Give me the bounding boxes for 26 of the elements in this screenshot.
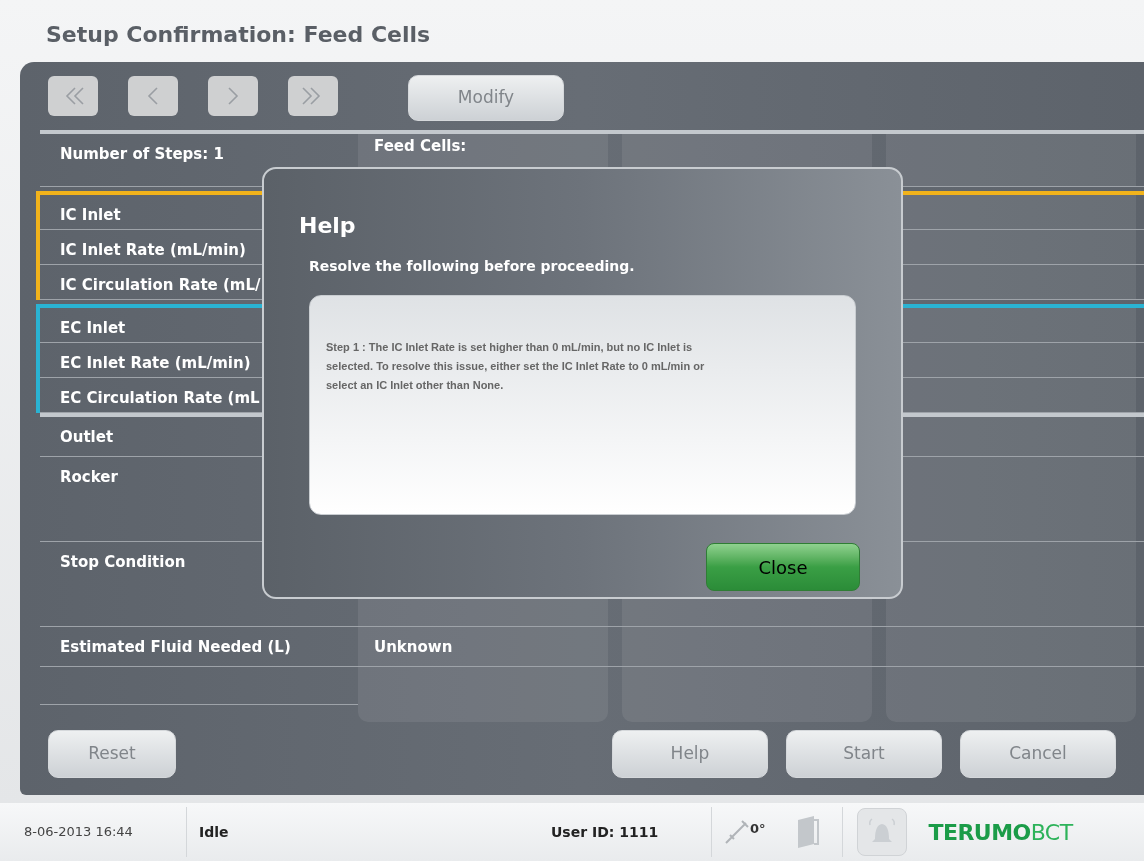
logo-text: TERUMO	[928, 818, 1031, 847]
date-time: 8-06-2013 16:44	[24, 823, 134, 842]
syringe-icon	[724, 819, 750, 845]
dialog-instruction: Resolve the following before proceeding.	[309, 257, 636, 276]
row-label: EC Circulation Rate (mL	[60, 389, 260, 407]
screen-title: Setup Confirmation: Feed Cells	[46, 22, 431, 47]
row-label: IC Circulation Rate (mL/	[60, 276, 261, 294]
row-label: Number of Steps: 1	[60, 145, 224, 163]
row-label: IC Inlet	[60, 206, 121, 224]
row-label: Outlet	[60, 428, 114, 446]
row-label: IC Inlet Rate (mL/min)	[60, 241, 246, 259]
row-label: Stop Condition	[60, 553, 186, 571]
system-state: Idle	[199, 822, 230, 842]
alarm-button[interactable]	[856, 808, 907, 856]
logo-text: BCT	[1030, 818, 1073, 847]
user-id: User ID: 1111	[551, 822, 660, 842]
close-button[interactable]: Close	[706, 543, 860, 591]
rocker-angle: 0°	[750, 820, 766, 839]
row-value: Unknown	[374, 638, 453, 656]
row-label: EC Inlet Rate (mL/min)	[60, 354, 251, 372]
row-value: Feed Cells:	[374, 137, 467, 155]
row-label: EC Inlet	[60, 319, 126, 337]
row-label: Rocker	[60, 468, 118, 486]
row-label: Estimated Fluid Needed (L)	[60, 638, 291, 656]
help-message: Step 1 : The IC Inlet Rate is set higher than 0 mL/min, but no IC Inlet is selected. To resolve this issue, either set the IC Inlet Rate to 0 mL/min or select an IC Inlet other than None.	[326, 340, 706, 393]
dialog-title: Help	[299, 212, 357, 240]
